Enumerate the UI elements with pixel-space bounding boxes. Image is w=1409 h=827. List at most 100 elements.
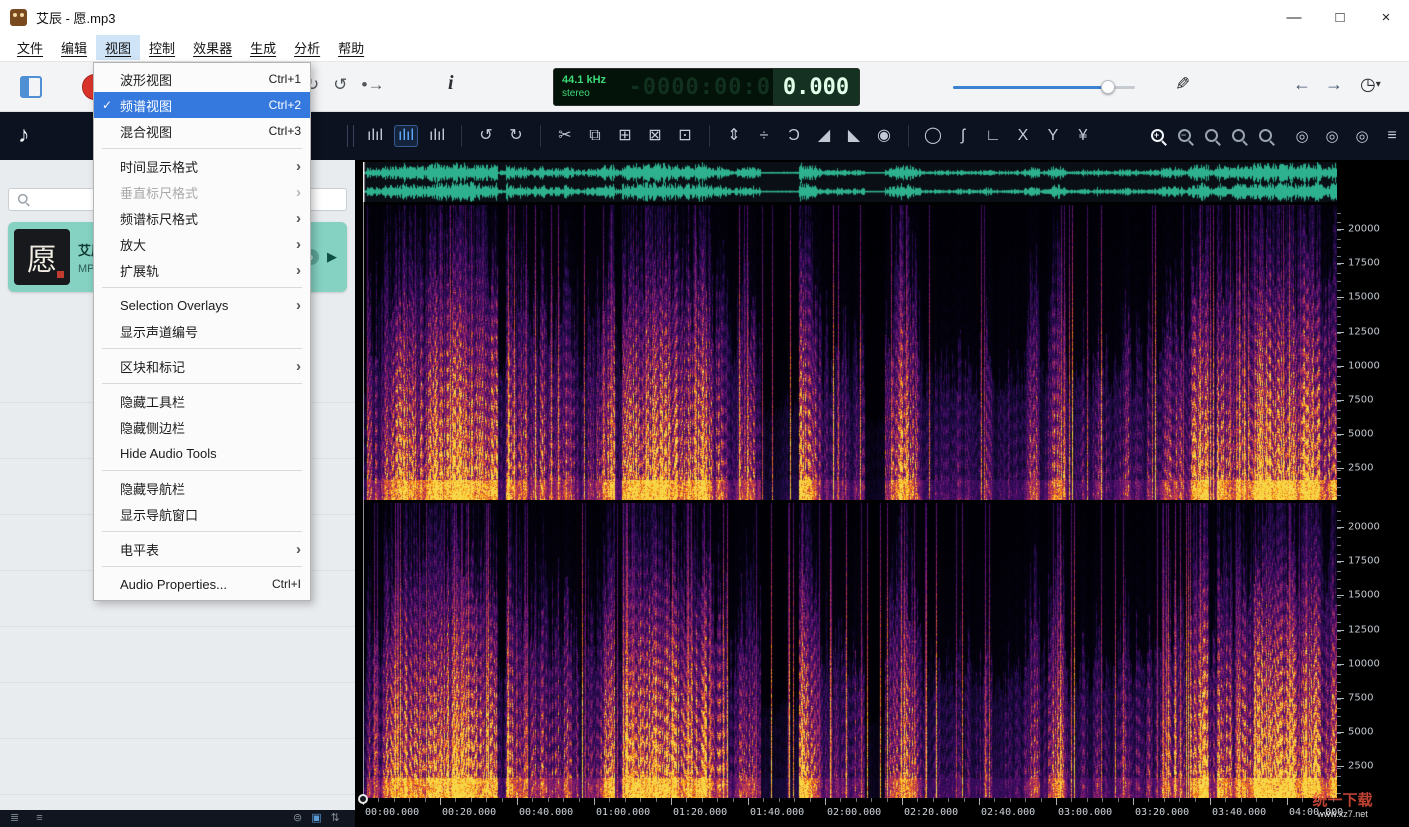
volume-thumb[interactable] [1101, 80, 1115, 94]
spectral-view-icon[interactable]: ılıl [394, 125, 418, 147]
frequency-ruler-2[interactable]: 2000017500150001250010000750050002500 [1337, 503, 1409, 798]
history-back-icon[interactable]: ← [1293, 74, 1311, 95]
view-menu-item-1[interactable]: ✓频谱视图Ctrl+2 [94, 92, 310, 118]
view-menu-item-13[interactable]: 区块和标记› [94, 353, 310, 379]
freq-label: 15000 [1348, 292, 1380, 303]
loop-selection-icon[interactable]: ↺ [333, 75, 347, 95]
view-menu-item-11[interactable]: 显示声道编号 [94, 318, 310, 344]
curve-tool-icon[interactable]: ʃ [952, 128, 974, 144]
selection-ring-2-icon[interactable]: ◎ [1321, 129, 1343, 144]
view-menu-item-2[interactable]: 混合视图Ctrl+3 [94, 118, 310, 144]
delete-icon[interactable]: ⊠ [644, 128, 666, 144]
amplitude-tool-icon[interactable]: ¥ [1072, 128, 1094, 144]
menu-shortcut: Ctrl+1 [269, 72, 301, 86]
zoom-full-icon[interactable] [1258, 128, 1275, 145]
history-forward-icon[interactable]: → [1325, 74, 1343, 95]
menubar-item-6[interactable]: 分析 [285, 35, 329, 60]
menubar-item-7[interactable]: 帮助 [329, 35, 373, 60]
view-menu-item-8[interactable]: 扩展轨› [94, 257, 310, 283]
info-icon[interactable]: i [448, 72, 454, 95]
trim-icon[interactable]: ⊡ [674, 128, 696, 144]
play-file-button[interactable]: ▶ [327, 249, 337, 265]
playhead-marker[interactable] [358, 794, 368, 804]
selection-ring-3-icon[interactable]: ◎ [1351, 129, 1373, 144]
history-dropdown[interactable]: ◷▾ [1360, 74, 1381, 95]
menu-item-label: 电平表 [120, 540, 159, 559]
freq-label: 15000 [1348, 590, 1380, 601]
menubar-item-4[interactable]: 效果器 [184, 35, 241, 60]
time-label: 02:20.000 [904, 807, 958, 818]
cut-icon[interactable]: ✂ [554, 128, 576, 144]
freq-minor-tick [1337, 588, 1341, 589]
view-menu-item-16[interactable]: 隐藏侧边栏 [94, 414, 310, 440]
play-from-cursor-icon[interactable]: •→ [362, 75, 385, 95]
time-minor-tick [856, 798, 857, 802]
view-menu-item-22[interactable]: 电平表› [94, 536, 310, 562]
fade-in-icon[interactable]: ◢ [813, 128, 835, 144]
selection-ring-1-icon[interactable]: ◎ [1291, 129, 1313, 144]
pen-tool-icon[interactable]: ✎ [1175, 74, 1190, 95]
track-list-icon[interactable]: ≣ [10, 813, 19, 824]
view-menu-item-20[interactable]: 显示导航窗口 [94, 501, 310, 527]
spectrogram-channel-1[interactable] [363, 205, 1337, 500]
spectrogram-channel-2[interactable] [363, 503, 1337, 798]
zoom-selection-icon[interactable] [1204, 128, 1221, 145]
view-menu-item-0[interactable]: 波形视图Ctrl+1 [94, 66, 310, 92]
view-menu-item-24[interactable]: Audio Properties...Ctrl+I [94, 571, 310, 597]
reverse-icon[interactable]: Ɔ [783, 128, 805, 144]
time-ruler[interactable]: 00:00.00000:20.00000:40.00001:00.00001:2… [355, 798, 1409, 827]
fade-out-icon[interactable]: ◣ [843, 128, 865, 144]
l-curve-tool-icon[interactable]: ∟ [982, 128, 1004, 144]
menubar-item-0[interactable]: 文件 [8, 35, 52, 60]
view-menu-item-17[interactable]: Hide Audio Tools [94, 440, 310, 466]
zoom-in-icon[interactable]: + [1150, 128, 1167, 145]
mixed-view-icon[interactable]: ılıl [426, 128, 448, 144]
hamburger-icon[interactable]: ≡ [36, 813, 42, 824]
undo-icon[interactable]: ↺ [475, 128, 497, 144]
window-controls: — □ × [1271, 0, 1409, 34]
menubar-item-1[interactable]: 编辑 [52, 35, 96, 60]
paste-icon[interactable]: ⊞ [614, 128, 636, 144]
menubar-item-5[interactable]: 生成 [241, 35, 285, 60]
zoom-vertical-icon[interactable] [1231, 128, 1248, 145]
copy-icon[interactable]: ⧉ [584, 128, 606, 144]
view-menu-item-15[interactable]: 隐藏工具栏 [94, 388, 310, 414]
fit-vertical-icon[interactable]: ⇕ [723, 128, 745, 144]
split-channels-icon[interactable]: ÷ [753, 128, 775, 144]
view-menu-item-4[interactable]: 时间显示格式› [94, 153, 310, 179]
freq-minor-tick [1337, 716, 1341, 717]
menu-item-right: Ctrl+1 [269, 72, 301, 86]
playlist-icon[interactable]: ≡ [1381, 128, 1403, 144]
menubar-item-3[interactable]: 控制 [140, 35, 184, 60]
redo-icon[interactable]: ↻ [505, 128, 527, 144]
overview-waveform[interactable] [363, 162, 1337, 202]
time-display: 44.1 kHz stereo -0000:00:0 0.000 [553, 68, 860, 106]
menubar-item-2[interactable]: 视图 [96, 35, 140, 60]
frequency-ruler-1[interactable]: 2000017500150001250010000750050002500 [1337, 205, 1409, 500]
sidebar-toggle-icon[interactable] [20, 76, 42, 98]
toolbar-handle[interactable] [347, 125, 354, 147]
minimize-button[interactable]: — [1271, 0, 1317, 34]
view-menu-item-6[interactable]: 频谱标尺格式› [94, 205, 310, 231]
view-menu-item-10[interactable]: Selection Overlays› [94, 292, 310, 318]
maximize-button[interactable]: □ [1317, 0, 1363, 34]
view-menu-item-7[interactable]: 放大› [94, 231, 310, 257]
close-button[interactable]: × [1363, 0, 1409, 34]
time-minor-tick [763, 798, 764, 802]
zoom-out-icon[interactable]: − [1177, 128, 1194, 145]
playhead-line[interactable] [363, 162, 364, 798]
volume-slider[interactable] [953, 79, 1135, 95]
freq-minor-tick [1337, 742, 1341, 743]
link-view-icon[interactable]: ⊜ [293, 813, 302, 824]
freq-minor-tick [1337, 239, 1341, 240]
menu-item-label: 放大 [120, 235, 146, 254]
normalize-icon[interactable]: ◉ [873, 128, 895, 144]
y-tool-icon[interactable]: Y [1042, 128, 1064, 144]
thumbnail-view-icon[interactable]: ▣ [311, 813, 321, 824]
silence-icon[interactable]: ◯ [922, 128, 944, 144]
x-tool-icon[interactable]: X [1012, 128, 1034, 144]
waveform-view-icon[interactable]: ılıl [364, 128, 386, 144]
sort-order-icon[interactable]: ⇅ [331, 813, 340, 824]
view-menu-item-19[interactable]: 隐藏导航栏 [94, 475, 310, 501]
search-icon [17, 193, 30, 206]
